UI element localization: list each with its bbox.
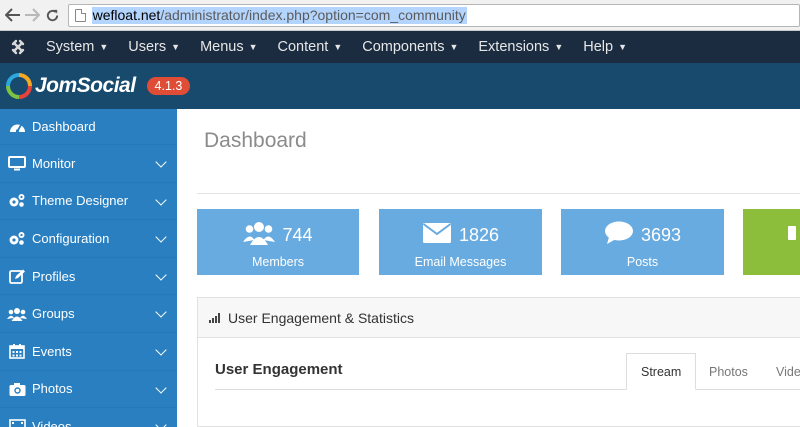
stat-card-posts[interactable]: 3693 Posts <box>561 209 724 275</box>
caret-down-icon: ▼ <box>554 42 564 52</box>
video-icon <box>0 419 32 427</box>
comment-icon <box>604 221 634 250</box>
monitor-icon <box>0 155 32 171</box>
url-text: wefloat.net/administrator/index.php?opti… <box>91 6 467 24</box>
tab-stream[interactable]: Stream <box>626 353 697 390</box>
sidebar-item-label: Events <box>32 343 72 359</box>
sidebar-item-profiles[interactable]: Profiles <box>0 258 177 296</box>
sidebar-item-label: Configuration <box>32 230 110 246</box>
browser-toolbar: wefloat.net/administrator/index.php?opti… <box>0 0 800 31</box>
address-bar[interactable]: wefloat.net/administrator/index.php?opti… <box>67 3 800 27</box>
sidebar-item-theme-designer[interactable]: Theme Designer <box>0 183 177 221</box>
caret-down-icon: ▼ <box>248 42 258 52</box>
caret-down-icon: ▼ <box>171 42 181 52</box>
users-icon <box>243 221 276 250</box>
stat-value: 1826 <box>458 224 500 245</box>
stat-card-partial[interactable] <box>743 209 800 275</box>
stat-card-email-messages[interactable]: 1826 Email Messages <box>379 209 542 275</box>
stat-label: Posts <box>626 255 659 269</box>
jomsocial-header: JomSocial 4.1.3 <box>0 63 800 109</box>
stat-label: Members <box>251 255 305 269</box>
url-domain: wefloat.net <box>92 6 161 23</box>
stat-card-members[interactable]: 744 Members <box>197 209 359 275</box>
menu-users-label: Users <box>128 39 167 55</box>
menu-menus[interactable]: Menus ▼ <box>190 31 267 63</box>
admin-menu-bar: System ▼ Users ▼ Menus ▼ Content ▼ Component… <box>0 31 800 63</box>
main-content: Dashboard 744 Members 1826 Email Message… <box>177 109 800 427</box>
sidebar-item-monitor[interactable]: Monitor <box>0 145 177 183</box>
joomla-logo-icon[interactable] <box>0 31 36 63</box>
sidebar-item-label: Dashboard <box>32 119 96 134</box>
version-badge: 4.1.3 <box>146 77 191 95</box>
reload-icon[interactable] <box>43 5 62 25</box>
menu-menus-label: Menus <box>200 39 244 55</box>
panel-header: User Engagement & Statistics <box>198 298 800 338</box>
dashboard-icon <box>0 120 32 134</box>
sidebar-item-videos[interactable]: Videos <box>0 408 177 427</box>
menu-users[interactable]: Users ▼ <box>118 31 190 63</box>
page-title: Dashboard <box>204 129 307 152</box>
section-title: User Engagement <box>215 361 343 378</box>
edit-icon <box>0 269 32 284</box>
menu-system-label: System <box>46 39 95 55</box>
users-icon <box>0 307 32 321</box>
signal-bars-icon <box>209 312 221 323</box>
menu-content-label: Content <box>277 39 329 55</box>
menu-help[interactable]: Help ▼ <box>573 31 637 63</box>
caret-down-icon: ▼ <box>449 42 459 52</box>
sidebar: Dashboard Monitor Theme Designer Configu… <box>0 109 177 427</box>
camera-icon <box>0 382 32 396</box>
forward-arrow-icon[interactable] <box>23 5 42 25</box>
sidebar-item-dashboard[interactable]: Dashboard <box>0 109 177 145</box>
sidebar-item-configuration[interactable]: Configuration <box>0 220 177 258</box>
tab-photos[interactable]: Photos <box>709 353 748 390</box>
cogs-icon <box>0 193 32 208</box>
sidebar-item-label: Monitor <box>32 155 76 171</box>
back-arrow-icon[interactable] <box>4 5 23 25</box>
sidebar-item-label: Groups <box>32 306 75 322</box>
jomsocial-logo-icon[interactable] <box>6 73 32 99</box>
divider <box>197 193 800 194</box>
caret-down-icon: ▼ <box>618 42 627 52</box>
caret-down-icon: ▼ <box>99 42 109 52</box>
stat-label: Email Messages <box>414 255 507 269</box>
cogs-icon <box>0 231 32 246</box>
sidebar-item-photos[interactable]: Photos <box>0 371 177 409</box>
menu-content[interactable]: Content ▼ <box>268 31 353 63</box>
menu-help-label: Help <box>583 39 614 55</box>
engagement-panel: User Engagement & Statistics User Engage… <box>197 297 800 427</box>
menu-components[interactable]: Components ▼ <box>352 31 468 63</box>
menu-extensions[interactable]: Extensions ▼ <box>468 31 573 63</box>
calendar-icon <box>0 343 32 360</box>
menu-system[interactable]: System ▼ <box>36 31 118 63</box>
jomsocial-logo-text[interactable]: JomSocial <box>35 74 136 98</box>
panel-title: User Engagement & Statistics <box>228 309 414 326</box>
stat-partial-icon <box>788 222 796 249</box>
stat-value: 744 <box>282 224 313 245</box>
sidebar-item-label: Profiles <box>32 268 76 284</box>
menu-extensions-label: Extensions <box>478 39 550 55</box>
caret-down-icon: ▼ <box>333 42 343 52</box>
envelope-icon <box>422 222 452 249</box>
url-path: /administrator/index.php?option=com_comm… <box>160 6 466 23</box>
sidebar-item-groups[interactable]: Groups <box>0 295 177 333</box>
tab-videos[interactable]: Vide <box>776 353 800 390</box>
page-icon <box>74 8 86 22</box>
sidebar-item-events[interactable]: Events <box>0 333 177 371</box>
menu-components-label: Components <box>362 39 445 55</box>
stat-value: 3693 <box>640 224 682 245</box>
